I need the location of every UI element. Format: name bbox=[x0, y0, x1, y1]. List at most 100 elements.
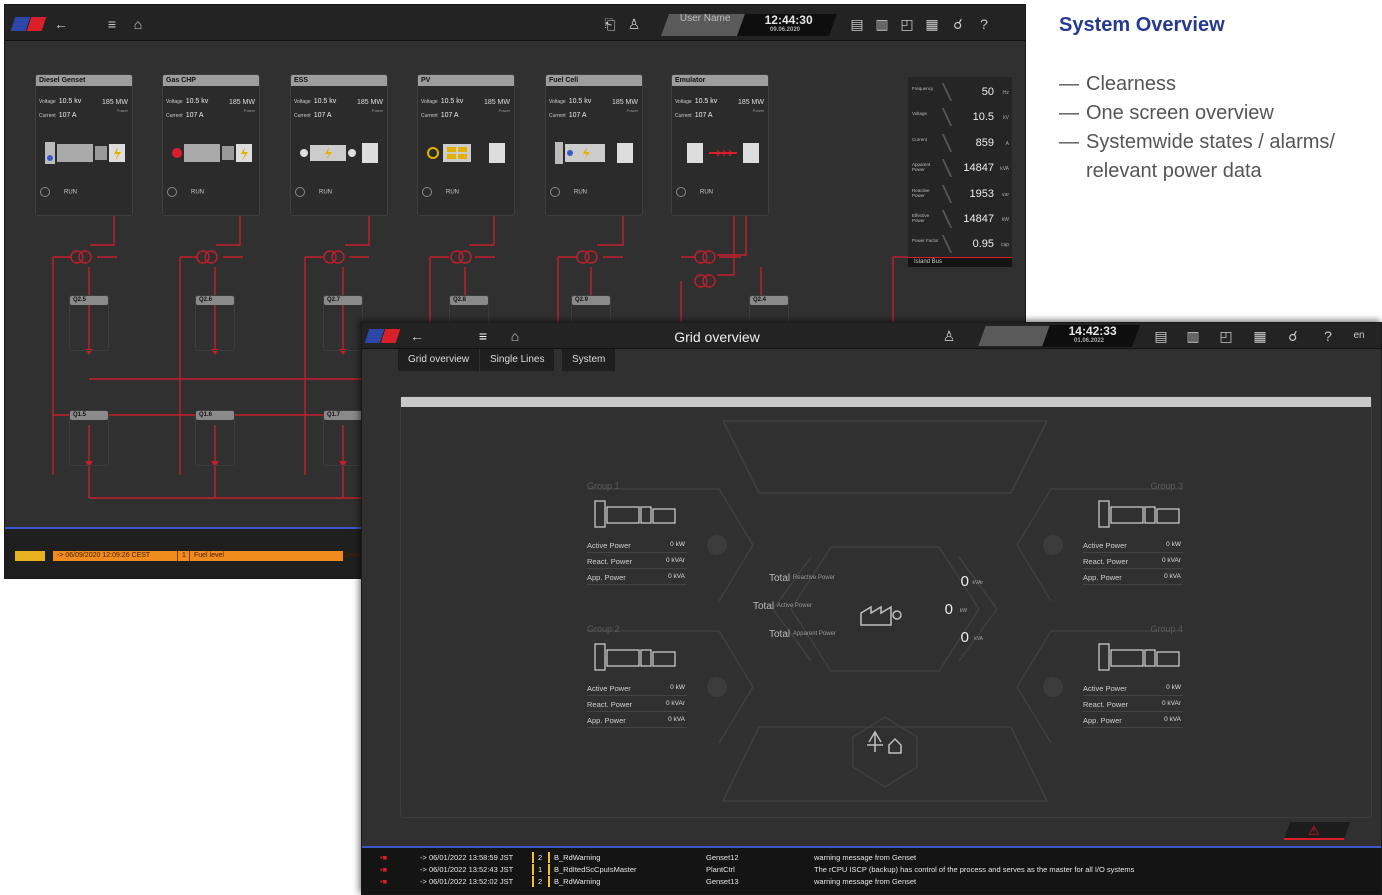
run-status: RUN bbox=[167, 187, 217, 197]
annotation-title: System Overview bbox=[1059, 14, 1225, 36]
breadcrumb-single-lines[interactable]: Single Lines bbox=[480, 349, 555, 371]
measurement-panel: Frequency 50 Hz Voltage 10.5 kV Current 859 A … bbox=[908, 77, 1012, 267]
user-icon[interactable]: ♙ bbox=[940, 329, 958, 343]
generator-name: Diesel Genset bbox=[36, 75, 132, 86]
menu-icon[interactable]: ≡ bbox=[474, 329, 492, 343]
island-bus-label: Island Bus bbox=[908, 257, 1012, 267]
breaker-box[interactable]: Q2.5 bbox=[69, 295, 109, 351]
generator-values: Voltage 10.5 kv Current 107 A bbox=[294, 98, 337, 119]
home-icon[interactable]: ⌂ bbox=[506, 329, 524, 343]
generator-name: ESS bbox=[291, 75, 387, 86]
language-button[interactable]: en bbox=[1350, 329, 1368, 343]
group-reactive-power: React. Power 0 kVAr bbox=[1083, 700, 1183, 712]
genset-icon bbox=[1098, 643, 1180, 671]
battery-icon bbox=[300, 143, 378, 163]
clock-display: 14:42:33 01.06.2022 bbox=[1041, 324, 1141, 347]
group-active-power: Active Power 0 kW bbox=[587, 541, 687, 553]
total-reactive-power: Total Reactive Power 0 kVAr bbox=[769, 573, 983, 590]
total-apparent-power: Total Apparent Power 0 kVA bbox=[769, 629, 983, 646]
group-apparent-power: App. Power 0 kVA bbox=[1083, 716, 1183, 728]
refresh-icon bbox=[422, 187, 432, 197]
genset-icon bbox=[45, 142, 125, 164]
measurement-row: Current 859 A bbox=[908, 132, 1012, 154]
generator-power: 185 MW Power bbox=[483, 99, 510, 113]
breadcrumb-grid-overview[interactable]: Grid overview bbox=[398, 349, 480, 371]
generator-card[interactable]: Fuel Cell Voltage 10.5 kv Current 107 A 185… bbox=[545, 74, 643, 216]
service-icon[interactable]: ☌ bbox=[1284, 329, 1302, 343]
refresh-icon bbox=[40, 187, 50, 197]
breaker-box[interactable]: Q1.5 bbox=[69, 410, 109, 466]
chp-icon bbox=[172, 144, 252, 162]
alarm-state-icon: ▪■ bbox=[380, 877, 388, 886]
document-icon[interactable]: ▥ bbox=[1184, 329, 1202, 343]
group-apparent-power: App. Power 0 kVA bbox=[587, 716, 687, 728]
group-active-power: Active Power 0 kW bbox=[1083, 684, 1183, 696]
generator-card[interactable]: ESS Voltage 10.5 kv Current 107 A 185 MW Pow… bbox=[290, 74, 388, 216]
grid-overview-panel: Group 1 Active Power 0 kW React. Power 0 k… bbox=[400, 396, 1372, 818]
genset-icon bbox=[594, 500, 676, 528]
alarm-state-icon: ▪■ bbox=[380, 853, 388, 862]
back-arrow-icon[interactable]: ← bbox=[408, 329, 426, 343]
measurement-row: Frequency 50 Hz bbox=[908, 81, 1012, 103]
generator-power: 185 MW Power bbox=[356, 99, 383, 113]
group-apparent-power: App. Power 0 kVA bbox=[1083, 573, 1183, 585]
breaker-box[interactable]: Q2.7 bbox=[323, 295, 363, 351]
annotation-bullet: One screen overview bbox=[1059, 99, 1379, 128]
generator-name: Fuel Cell bbox=[546, 75, 642, 86]
report-icon[interactable]: ▤ bbox=[1152, 329, 1170, 343]
alarm-row[interactable]: ▪■ -> 06/01/2022 13:52:02 JST 2 B_RdWarn… bbox=[374, 876, 1374, 887]
generator-card[interactable]: PV Voltage 10.5 kv Current 107 A 185 MW Powe… bbox=[417, 74, 515, 216]
generator-card[interactable]: Diesel Genset Voltage 10.5 kv Current 107 A… bbox=[35, 74, 133, 216]
breadcrumb-system[interactable]: System bbox=[562, 349, 616, 371]
alarm-ack-icon[interactable] bbox=[15, 551, 45, 561]
refresh-icon bbox=[676, 187, 686, 197]
generator-power: 185 MW Power bbox=[611, 99, 638, 113]
group-reactive-power: React. Power 0 kVAr bbox=[587, 557, 687, 569]
generator-power: 185 MW Power bbox=[737, 99, 764, 113]
measurement-row: Power Factor 0.95 cap bbox=[908, 233, 1012, 255]
alarm-row[interactable]: ▪■ -> 06/01/2022 13:58:59 JST 2 B_RdWarn… bbox=[374, 852, 1374, 863]
fuel-cell-icon bbox=[555, 142, 633, 164]
measurement-row: Voltage 10.5 kV bbox=[908, 106, 1012, 128]
warning-icon: ⚠ bbox=[1308, 823, 1320, 838]
chart-icon[interactable]: ▦ bbox=[1251, 329, 1269, 343]
generator-name: PV bbox=[418, 75, 514, 86]
total-active-power: Total Active Power 0 kW bbox=[753, 601, 967, 618]
alarm-list: ▪■ -> 06/01/2022 13:58:59 JST 2 B_RdWarn… bbox=[362, 846, 1381, 894]
measurement-row: Effective Power 14847 kW bbox=[908, 208, 1012, 230]
genset-icon bbox=[1098, 500, 1180, 528]
alarm-row[interactable]: -> 06/09/2020 12:09:26 CEST 1 Fuel level… bbox=[53, 551, 360, 561]
breaker-box[interactable]: Q1.6 bbox=[195, 410, 235, 466]
breaker-box[interactable]: Q2.6 bbox=[195, 295, 235, 351]
measurement-row: Apparent Power 14847 kVA bbox=[908, 157, 1012, 179]
generator-card[interactable]: Gas CHP Voltage 10.5 kv Current 107 A 185 M… bbox=[162, 74, 260, 216]
top-toolbar: ← ≡ ⌂ Grid overview ♙ 14:42:33 01.06.2022… bbox=[362, 323, 1381, 349]
group-reactive-power: React. Power 0 kVAr bbox=[1083, 557, 1183, 569]
emulator-icon bbox=[687, 143, 759, 163]
run-status: RUN bbox=[40, 187, 90, 197]
brand-logo bbox=[364, 329, 401, 343]
gauge-doc-icon[interactable]: ◰ bbox=[1217, 329, 1235, 343]
refresh-icon bbox=[550, 187, 560, 197]
generator-values: Voltage 10.5 kv Current 107 A bbox=[39, 98, 82, 119]
breaker-box[interactable]: Q1.7 bbox=[323, 410, 363, 466]
group-active-power: Active Power 0 kW bbox=[1083, 541, 1183, 553]
annotation-bullet: Clearness bbox=[1059, 70, 1379, 99]
page-title: Grid overview bbox=[674, 329, 760, 345]
alarm-row[interactable]: ▪■ -> 06/01/2022 13:52:43 JST 1 B_RdIted… bbox=[374, 864, 1374, 875]
measurement-row: Reactive Power 1953 var bbox=[908, 183, 1012, 205]
run-status: RUN bbox=[422, 187, 472, 197]
alarm-state-icon: ▪■ bbox=[380, 865, 388, 874]
genset-icon bbox=[594, 643, 676, 671]
generator-card[interactable]: Emulator Voltage 10.5 kv Current 107 A 185 … bbox=[671, 74, 769, 216]
generator-values: Voltage 10.5 kv Current 107 A bbox=[166, 98, 209, 119]
group-apparent-power: App. Power 0 kVA bbox=[587, 573, 687, 585]
help-icon[interactable]: ? bbox=[1319, 329, 1337, 343]
generator-power: 185 MW Power bbox=[101, 99, 128, 113]
group-active-power: Active Power 0 kW bbox=[587, 684, 687, 696]
annotation-list: Clearness One screen overview Systemwide… bbox=[1059, 70, 1379, 186]
grid-overview-screen: ← ≡ ⌂ Grid overview ♙ 14:42:33 01.06.2022… bbox=[361, 322, 1382, 895]
generator-name: Emulator bbox=[672, 75, 768, 86]
refresh-icon bbox=[167, 187, 177, 197]
user-name-field[interactable] bbox=[978, 326, 1050, 346]
